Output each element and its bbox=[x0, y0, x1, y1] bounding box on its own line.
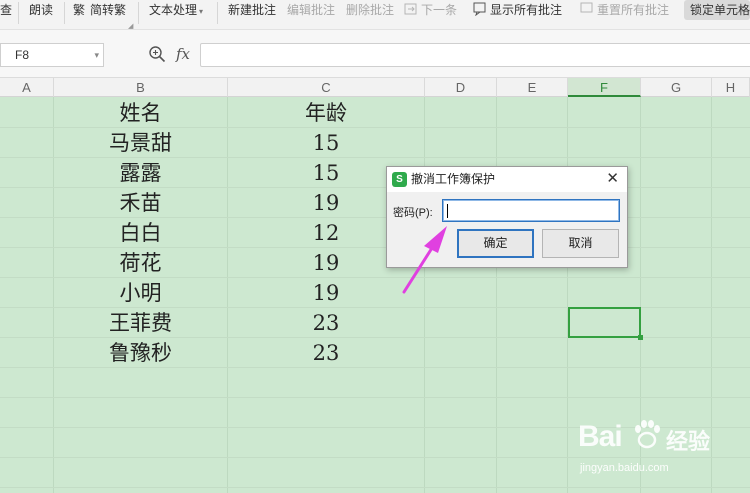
watermark-url: jingyan.baidu.com bbox=[580, 462, 669, 474]
paw-logo-icon bbox=[635, 420, 660, 449]
baidu-jingyan-watermark: Bai 经验 jingyan.baidu.com bbox=[578, 410, 746, 490]
watermark-brand-cn: 经验 bbox=[666, 429, 711, 454]
watermark-brand: Bai bbox=[578, 420, 623, 453]
